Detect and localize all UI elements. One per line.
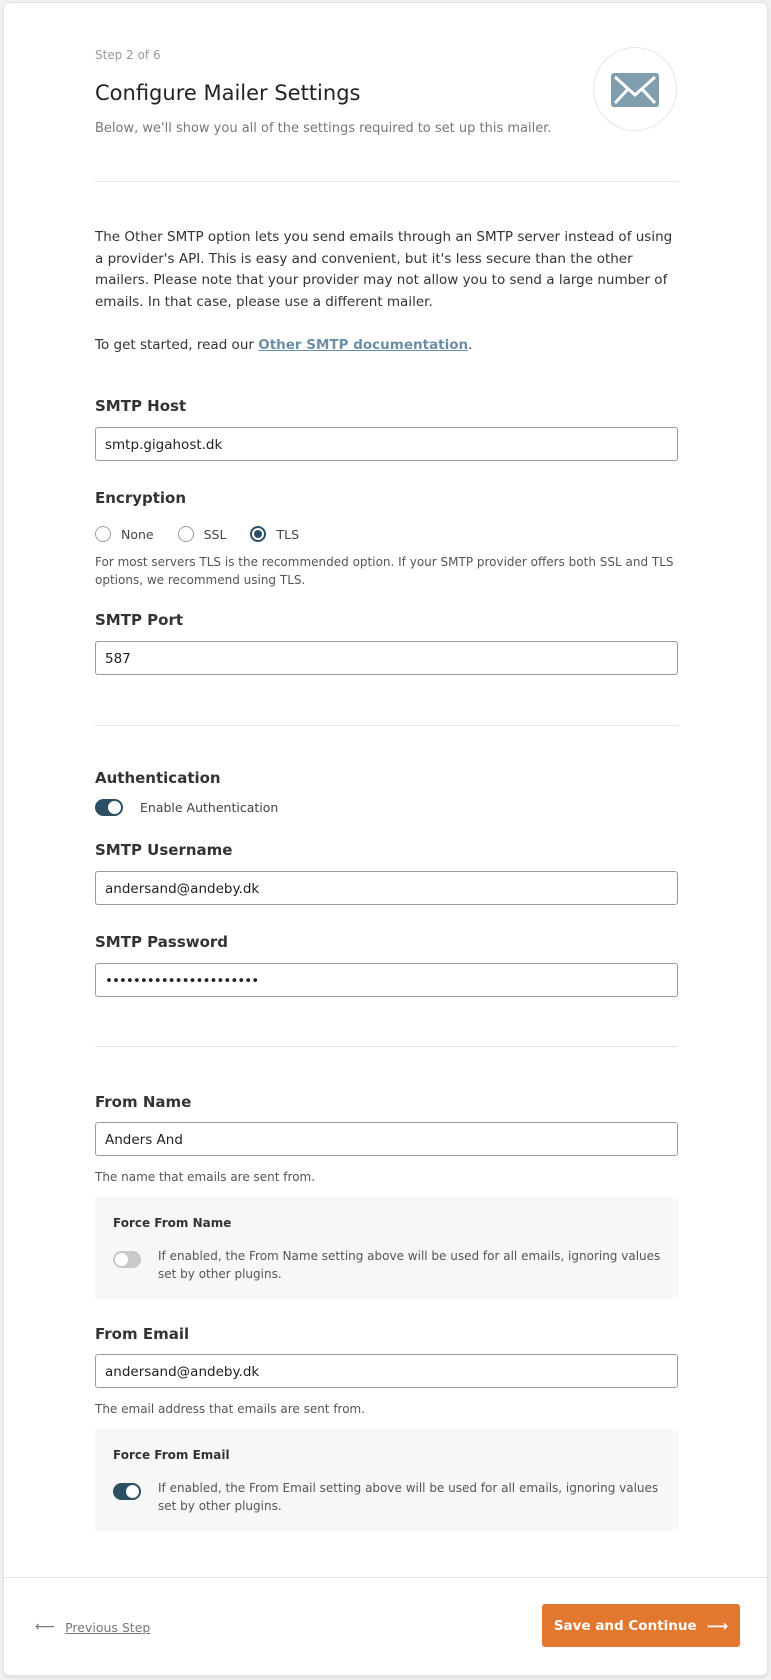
save-and-continue-button[interactable]: Save and Continue ⟶ — [542, 1604, 740, 1647]
from-email-help: The email address that emails are sent f… — [95, 1402, 366, 1416]
radio-none[interactable]: None — [95, 526, 154, 542]
step-indicator: Step 2 of 6 — [95, 48, 161, 62]
encryption-help: For most servers TLS is the recommended … — [95, 555, 674, 587]
from-name-label: From Name — [95, 1093, 192, 1111]
smtp-port-input[interactable]: 587 — [95, 641, 678, 675]
from-name-help: The name that emails are sent from. — [95, 1170, 316, 1184]
encryption-radio-group: None SSL TLS — [95, 526, 323, 542]
divider — [95, 181, 678, 182]
smtp-username-label: SMTP Username — [95, 841, 233, 859]
force-from-name-toggle[interactable] — [113, 1251, 141, 1268]
documentation-link[interactable]: Other SMTP documentation — [258, 337, 468, 353]
arrow-left-icon: ⟵ — [35, 1619, 56, 1635]
mailer-logo — [593, 47, 677, 131]
radio-tls-label: TLS — [276, 526, 300, 542]
page-subtitle: Below, we'll show you all of the setting… — [95, 121, 552, 136]
from-name-input[interactable]: Anders And — [95, 1122, 678, 1156]
page-title: Configure Mailer Settings — [95, 81, 361, 105]
previous-step-label[interactable]: Previous Step — [65, 1620, 150, 1635]
authentication-label: Authentication — [95, 769, 221, 787]
smtp-host-label: SMTP Host — [95, 397, 187, 415]
force-from-name-box: Force From Name If enabled, the From Nam… — [95, 1197, 678, 1299]
force-from-email-title: Force From Email — [113, 1448, 230, 1462]
radio-tls-button[interactable] — [250, 526, 267, 542]
force-from-name-description: If enabled, the From Name setting above … — [158, 1249, 661, 1281]
radio-ssl[interactable]: SSL — [177, 526, 227, 542]
smtp-password-label: SMTP Password — [95, 933, 229, 951]
divider — [95, 725, 678, 726]
footer-divider — [4, 1577, 767, 1578]
from-email-label: From Email — [95, 1325, 190, 1343]
radio-ssl-button[interactable] — [177, 526, 194, 542]
authentication-toggle-label: Enable Authentication — [140, 800, 279, 815]
save-and-continue-label: Save and Continue — [553, 1617, 697, 1634]
encryption-label: Encryption — [95, 489, 187, 507]
divider — [95, 1046, 678, 1047]
smtp-port-label: SMTP Port — [95, 611, 184, 629]
force-from-email-description: If enabled, the From Email setting above… — [158, 1481, 659, 1513]
force-from-email-box: Force From Email If enabled, the From Em… — [95, 1429, 678, 1531]
documentation-line: To get started, read our Other SMTP docu… — [95, 337, 472, 353]
mailer-description: The Other SMTP option lets you send emai… — [95, 229, 673, 310]
authentication-toggle[interactable] — [95, 799, 123, 816]
radio-tls[interactable]: TLS — [250, 526, 299, 542]
force-from-name-title: Force From Name — [113, 1216, 232, 1230]
documentation-prefix: To get started, read our — [95, 337, 259, 353]
smtp-password-input[interactable]: •••••••••••••••••••••• — [95, 963, 678, 997]
smtp-username-input[interactable]: andersand@andeby.dk — [95, 871, 678, 905]
radio-none-label: None — [121, 526, 154, 542]
radio-none-button[interactable] — [95, 526, 111, 542]
setup-wizard-card: Step 2 of 6 Configure Mailer Settings Be… — [3, 2, 768, 1676]
arrow-right-icon: ⟶ — [706, 1616, 729, 1635]
from-email-input[interactable]: andersand@andeby.dk — [95, 1354, 678, 1388]
radio-ssl-label: SSL — [203, 526, 227, 542]
previous-step-link[interactable]: ⟵ Previous Step — [35, 1619, 150, 1635]
envelope-icon — [611, 73, 659, 107]
smtp-host-input[interactable]: smtp.gigahost.dk — [95, 427, 678, 461]
force-from-email-toggle[interactable] — [113, 1483, 141, 1500]
documentation-suffix: . — [468, 337, 473, 353]
